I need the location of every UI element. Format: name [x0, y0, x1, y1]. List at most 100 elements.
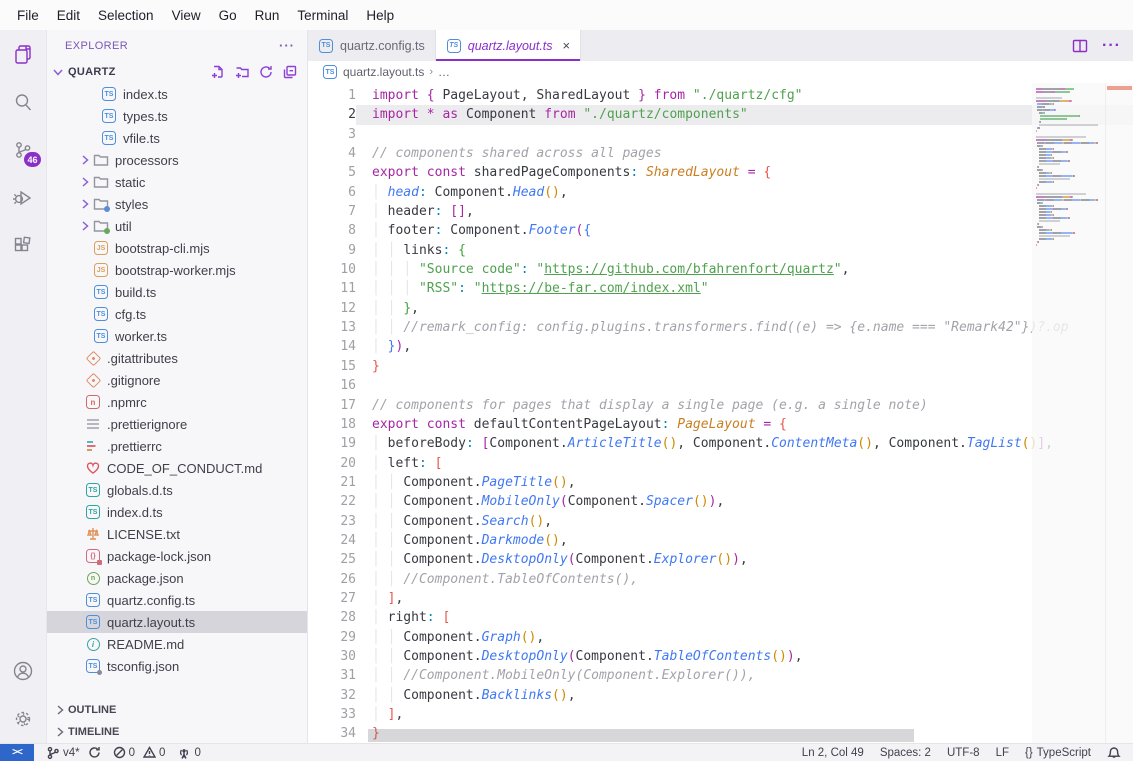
code-line-7[interactable]: 7│ header: [], — [308, 202, 1133, 221]
tree-item--gitignore[interactable]: .gitignore — [47, 369, 307, 391]
remote-indicator[interactable]: >< — [0, 744, 34, 761]
explorer-section-header[interactable]: QUARTZ — [47, 61, 307, 83]
code-line-29[interactable]: 29│ │ Component.Graph(), — [308, 628, 1133, 647]
code-line-25[interactable]: 25│ │ Component.DesktopOnly(Component.Ex… — [308, 550, 1133, 569]
code-line-19[interactable]: 19│ beforeBody: [Component.ArticleTitle(… — [308, 434, 1133, 453]
tree-item-cfg-ts[interactable]: TScfg.ts — [47, 303, 307, 325]
tree-item-bootstrap-cli-mjs[interactable]: JSbootstrap-cli.mjs — [47, 237, 307, 259]
scrollbar-vertical[interactable] — [1105, 83, 1133, 743]
tree-item--prettierignore[interactable]: .prettierignore — [47, 413, 307, 435]
code-line-24[interactable]: 24│ │ Component.Darkmode(), — [308, 531, 1133, 550]
tree-item-types-ts[interactable]: TStypes.ts — [47, 105, 307, 127]
tree-item-processors[interactable]: processors — [47, 149, 307, 171]
tree-item-build-ts[interactable]: TSbuild.ts — [47, 281, 307, 303]
collapse-all-icon[interactable] — [283, 65, 297, 79]
indentation-status[interactable]: Spaces: 2 — [880, 747, 931, 759]
sidebar-more-button[interactable]: ··· — [279, 38, 295, 53]
code-line-15[interactable]: 15} — [308, 357, 1133, 376]
split-editor-icon[interactable] — [1072, 39, 1088, 53]
editor-more-actions[interactable]: ··· — [1102, 37, 1121, 55]
code-line-6[interactable]: 6│ head: Component.Head(), — [308, 183, 1133, 202]
problems-status[interactable]: 0 0 — [113, 746, 166, 759]
tree-item-package-lock-json[interactable]: {}package-lock.json — [47, 545, 307, 567]
menu-edit[interactable]: Edit — [48, 4, 89, 27]
ports-status[interactable]: 0 — [177, 746, 200, 759]
breadcrumb-symbol[interactable]: … — [438, 65, 450, 79]
code-line-1[interactable]: 1import { PageLayout, SharedLayout } fro… — [308, 86, 1133, 105]
code-line-18[interactable]: 18export const defaultContentPageLayout:… — [308, 415, 1133, 434]
panel-timeline[interactable]: TIMELINE — [47, 721, 307, 743]
panel-outline[interactable]: OUTLINE — [47, 699, 307, 721]
eol-status[interactable]: LF — [996, 747, 1009, 759]
code-line-2[interactable]: 2import * as Component from "./quartz/co… — [308, 105, 1133, 124]
refresh-icon[interactable] — [259, 65, 273, 79]
encoding-status[interactable]: UTF-8 — [947, 747, 980, 759]
code-line-12[interactable]: 12│ │ }, — [308, 299, 1133, 318]
menu-go[interactable]: Go — [210, 4, 246, 27]
code-line-20[interactable]: 20│ left: [ — [308, 454, 1133, 473]
tree-item-quartz-layout-ts[interactable]: TSquartz.layout.ts — [47, 611, 307, 633]
tree-item-index-ts[interactable]: TSindex.ts — [47, 83, 307, 105]
git-branch-status[interactable]: v4* — [46, 746, 101, 760]
run-debug-icon[interactable] — [0, 174, 47, 222]
menu-selection[interactable]: Selection — [89, 4, 163, 27]
code-line-22[interactable]: 22│ │ Component.MobileOnly(Component.Spa… — [308, 492, 1133, 511]
minimap[interactable] — [1032, 83, 1105, 743]
extensions-icon[interactable] — [0, 222, 47, 270]
tree-item-tsconfig-json[interactable]: TStsconfig.json — [47, 655, 307, 677]
code-line-8[interactable]: 8│ footer: Component.Footer({ — [308, 221, 1133, 240]
account-icon[interactable] — [0, 647, 47, 695]
tree-item-worker-ts[interactable]: TSworker.ts — [47, 325, 307, 347]
explorer-icon[interactable] — [0, 30, 47, 78]
code-line-32[interactable]: 32│ │ Component.Backlinks(), — [308, 686, 1133, 705]
search-icon[interactable] — [0, 78, 47, 126]
code-line-27[interactable]: 27│ ], — [308, 589, 1133, 608]
code-line-5[interactable]: 5export const sharedPageComponents: Shar… — [308, 163, 1133, 182]
tree-item-license-txt[interactable]: LICENSE.txt — [47, 523, 307, 545]
tree-item-bootstrap-worker-mjs[interactable]: JSbootstrap-worker.mjs — [47, 259, 307, 281]
menu-terminal[interactable]: Terminal — [288, 4, 357, 27]
tree-item-globals-d-ts[interactable]: TSglobals.d.ts — [47, 479, 307, 501]
code-line-30[interactable]: 30│ │ Component.DesktopOnly(Component.Ta… — [308, 647, 1133, 666]
breadcrumb-file[interactable]: quartz.layout.ts — [343, 65, 424, 79]
menu-file[interactable]: File — [8, 4, 48, 27]
code-line-10[interactable]: 10│ │ │ "Source code": "https://github.c… — [308, 260, 1133, 279]
code-line-4[interactable]: 4// components shared across all pages — [308, 144, 1133, 163]
tab-quartz-config-ts[interactable]: TSquartz.config.ts — [308, 30, 436, 61]
tree-item-util[interactable]: util — [47, 215, 307, 237]
source-control-icon[interactable]: 46 — [0, 126, 47, 174]
notifications-bell[interactable] — [1107, 746, 1121, 760]
code-line-31[interactable]: 31│ │ //Component.MobileOnly(Component.E… — [308, 666, 1133, 685]
tree-item-code-of-conduct-md[interactable]: CODE_OF_CONDUCT.md — [47, 457, 307, 479]
code-line-16[interactable]: 16 — [308, 376, 1133, 395]
scrollbar-horizontal[interactable] — [368, 729, 914, 742]
code-line-11[interactable]: 11│ │ │ "RSS": "https://be-far.com/index… — [308, 279, 1133, 298]
tree-item--npmrc[interactable]: n.npmrc — [47, 391, 307, 413]
tree-item--prettierrc[interactable]: .prettierrc — [47, 435, 307, 457]
menu-help[interactable]: Help — [357, 4, 403, 27]
tree-item--gitattributes[interactable]: .gitattributes — [47, 347, 307, 369]
breadcrumb[interactable]: TS quartz.layout.ts › … — [308, 61, 1133, 83]
tree-item-static[interactable]: static — [47, 171, 307, 193]
code-line-28[interactable]: 28│ right: [ — [308, 608, 1133, 627]
tree-item-vfile-ts[interactable]: TSvfile.ts — [47, 127, 307, 149]
tree-item-styles[interactable]: styles — [47, 193, 307, 215]
tree-item-package-json[interactable]: npackage.json — [47, 567, 307, 589]
close-icon[interactable]: × — [563, 38, 571, 53]
menu-view[interactable]: View — [163, 4, 210, 27]
tree-item-quartz-config-ts[interactable]: TSquartz.config.ts — [47, 589, 307, 611]
code-line-26[interactable]: 26│ │ //Component.TableOfContents(), — [308, 570, 1133, 589]
tree-item-index-d-ts[interactable]: TSindex.d.ts — [47, 501, 307, 523]
code-line-14[interactable]: 14│ }), — [308, 337, 1133, 356]
settings-gear-icon[interactable] — [0, 695, 47, 743]
menu-run[interactable]: Run — [246, 4, 289, 27]
code-line-9[interactable]: 9│ │ links: { — [308, 241, 1133, 260]
code-line-33[interactable]: 33│ ], — [308, 705, 1133, 724]
tab-quartz-layout-ts[interactable]: TSquartz.layout.ts× — [436, 30, 581, 61]
code-line-3[interactable]: 3 — [308, 125, 1133, 144]
code-line-17[interactable]: 17// components for pages that display a… — [308, 396, 1133, 415]
new-file-icon[interactable] — [211, 65, 225, 79]
tree-item-readme-md[interactable]: iREADME.md — [47, 633, 307, 655]
language-status[interactable]: {} TypeScript — [1025, 747, 1091, 759]
code-line-23[interactable]: 23│ │ Component.Search(), — [308, 512, 1133, 531]
